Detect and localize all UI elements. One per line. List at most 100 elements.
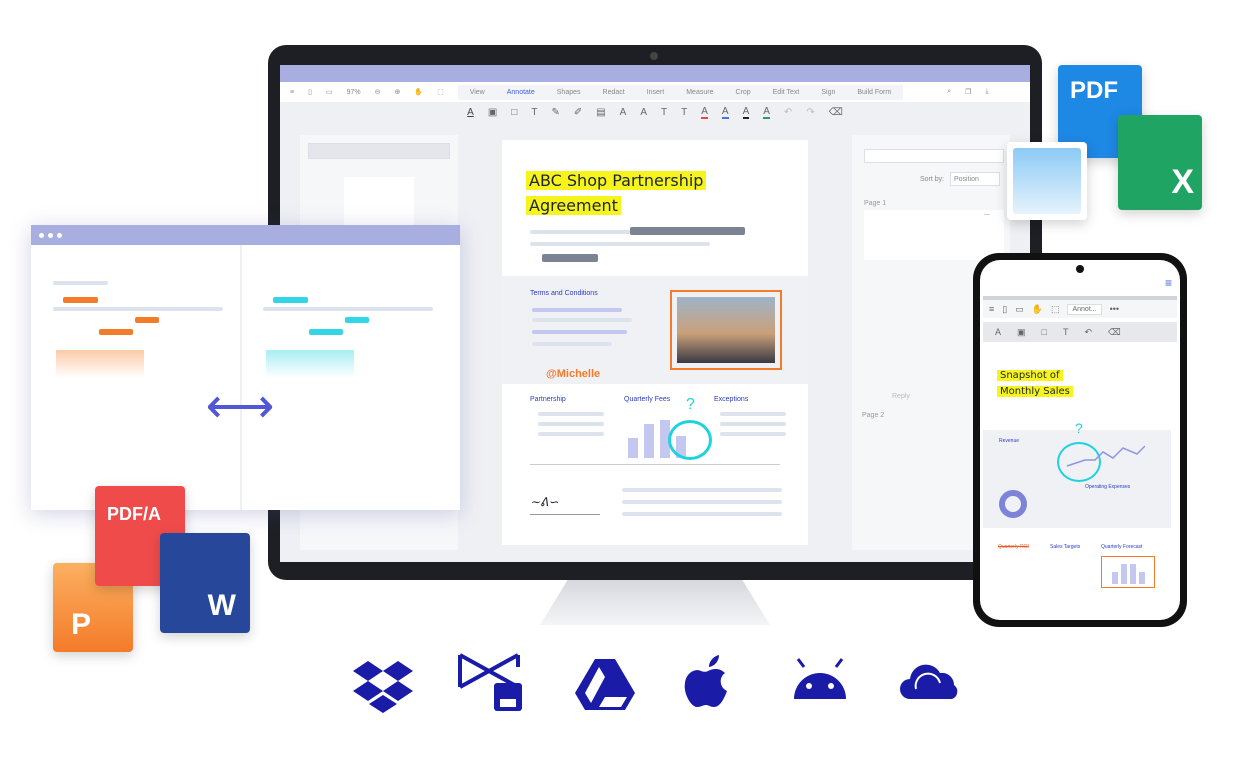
question-annotation: ? <box>686 396 695 413</box>
document-page: ABC Shop Partnership Agreement Terms and… <box>502 140 808 545</box>
title-strip <box>280 65 1030 82</box>
hand-icon[interactable]: ✋ <box>1032 304 1043 315</box>
rectangle-icon[interactable]: □ <box>1042 327 1047 337</box>
ppt-label: P <box>71 608 92 641</box>
pen-icon[interactable]: ✎ <box>551 107 559 118</box>
tab-shapes[interactable]: Shapes <box>557 89 581 96</box>
sort-dropdown[interactable]: Position <box>950 172 1000 186</box>
excel-label: X <box>1171 163 1194 201</box>
eraser-icon[interactable]: ⌫ <box>829 107 843 118</box>
tab-sign[interactable]: Sign <box>821 89 835 96</box>
text-icon[interactable]: T <box>1063 327 1069 337</box>
zoom-in-icon[interactable]: ⊕ <box>394 88 400 96</box>
tab-edit-text[interactable]: Edit Text <box>773 89 800 96</box>
phone-toolbar: ≡ ▯ ▭ ✋ ⬚ Annot... ••• <box>983 296 1177 318</box>
blue-color-icon[interactable]: A <box>721 106 729 119</box>
green-color-icon[interactable]: A <box>763 106 770 119</box>
hand-icon[interactable]: ✋ <box>414 88 423 96</box>
compare-window: ⟷ <box>31 225 460 510</box>
tab-view[interactable]: View <box>470 89 485 96</box>
strikeout-icon[interactable]: A <box>640 107 647 118</box>
opex-label: Operating Expenses <box>1085 484 1131 490</box>
exceptions-heading: Exceptions <box>714 396 749 403</box>
tab-build-form[interactable]: Build Form <box>857 89 891 96</box>
circle-annotation <box>668 420 712 460</box>
sort-label: Sort by: <box>920 176 945 183</box>
thumbnail-tabs[interactable] <box>308 143 450 159</box>
sidebar-icon[interactable]: ▯ <box>1002 304 1007 315</box>
page-1-label: Page 1 <box>864 200 887 207</box>
comment-icon[interactable]: ▤ <box>596 107 605 118</box>
reply-button[interactable]: Reply <box>892 393 910 400</box>
title-line: Agreement <box>526 196 621 215</box>
tab-measure[interactable]: Measure <box>686 89 713 96</box>
mention-tag[interactable]: @Michelle <box>546 368 600 380</box>
dropbox-icon <box>353 653 413 713</box>
text-color-icon[interactable]: A <box>467 107 474 118</box>
select-icon[interactable]: ⬚ <box>1051 304 1060 315</box>
insert-text-icon[interactable]: T <box>661 107 667 118</box>
google-drive-icon <box>575 653 635 713</box>
text-box-icon[interactable]: ▣ <box>1017 327 1026 338</box>
copy-icon[interactable]: ❐ <box>965 88 971 96</box>
monitor-stand <box>540 580 770 625</box>
redo-icon[interactable]: ↷ <box>806 107 814 118</box>
pdfa-label: PDF/A <box>107 504 161 524</box>
zoom-level[interactable]: 97% <box>347 89 361 96</box>
more-icon[interactable]: ••• <box>1110 304 1119 314</box>
selected-image[interactable] <box>670 290 782 370</box>
image-file-icon <box>1007 142 1087 220</box>
quarterly-fees-heading: Quarterly Fees <box>624 396 671 403</box>
menu-icon[interactable]: ≡ <box>989 304 994 314</box>
undo-icon[interactable]: ↶ <box>784 107 792 118</box>
mode-dropdown[interactable]: Annot... <box>1067 303 1102 315</box>
roi-label: Quarterly ROI <box>998 544 1029 550</box>
tab-annotate[interactable]: Annotate <box>507 89 535 96</box>
tab-insert[interactable]: Insert <box>647 89 665 96</box>
terms-heading: Terms and Conditions <box>530 290 598 297</box>
underline-icon[interactable]: A <box>620 107 627 118</box>
phone-doc-title: Snapshot of Monthly Sales <box>997 368 1073 400</box>
partnership-heading: Partnership <box>530 396 566 403</box>
search-icon[interactable]: ⌕ <box>947 88 951 96</box>
camera <box>650 52 658 60</box>
download-icon[interactable]: ⤓ <box>985 88 988 96</box>
more-icon[interactable]: ... <box>984 210 990 217</box>
compare-arrows-icon: ⟷ <box>205 380 275 433</box>
title-line: ABC Shop Partnership <box>526 171 707 190</box>
zoom-out-icon[interactable]: ⊖ <box>375 88 381 96</box>
sidebar-icon[interactable]: ▯ <box>308 88 312 96</box>
title-line: Snapshot of <box>997 370 1063 381</box>
android-icon <box>790 653 850 713</box>
terms-section: Terms and Conditions @Michelle <box>502 276 808 384</box>
eraser-icon[interactable]: ⌫ <box>1108 327 1121 338</box>
page-icon[interactable]: ▭ <box>326 88 333 96</box>
replace-text-icon[interactable]: T <box>681 107 687 118</box>
tab-redact[interactable]: Redact <box>603 89 625 96</box>
page-icon[interactable]: ▭ <box>1015 304 1024 315</box>
comment-card[interactable]: ... <box>864 210 1004 260</box>
mountain-photo <box>677 297 775 363</box>
tab-crop[interactable]: Crop <box>735 89 750 96</box>
tab-bar: View Annotate Shapes Redact Insert Measu… <box>457 84 904 100</box>
select-icon[interactable]: ⬚ <box>437 88 444 96</box>
text-color-icon[interactable]: A <box>995 327 1001 337</box>
black-color-icon[interactable]: A <box>742 106 750 119</box>
page-2-label: Page 2 <box>862 412 885 419</box>
forecast-chart[interactable] <box>1101 556 1155 588</box>
text-box-icon[interactable]: ▣ <box>488 107 497 118</box>
phone-screen: ≡ ≡ ▯ ▭ ✋ ⬚ Annot... ••• A ▣ □ T ↶ ⌫ Snapshot of … <box>980 260 1180 620</box>
red-color-icon[interactable]: A <box>701 106 708 119</box>
page-thumbnail[interactable] <box>344 177 414 227</box>
question-annotation: ? <box>1075 420 1083 436</box>
comment-search-input[interactable] <box>864 149 1004 163</box>
donut-chart <box>999 490 1027 518</box>
menu-icon[interactable]: ≡ <box>290 89 294 96</box>
excel-file-icon: X <box>1118 115 1202 210</box>
pdf-label: PDF <box>1070 77 1118 104</box>
text-icon[interactable]: T <box>531 107 537 118</box>
highlighter-icon[interactable]: ✐ <box>574 107 582 118</box>
phone-menu-icon[interactable]: ≡ <box>1165 276 1172 290</box>
rectangle-icon[interactable]: □ <box>511 107 517 118</box>
undo-icon[interactable]: ↶ <box>1084 327 1092 338</box>
